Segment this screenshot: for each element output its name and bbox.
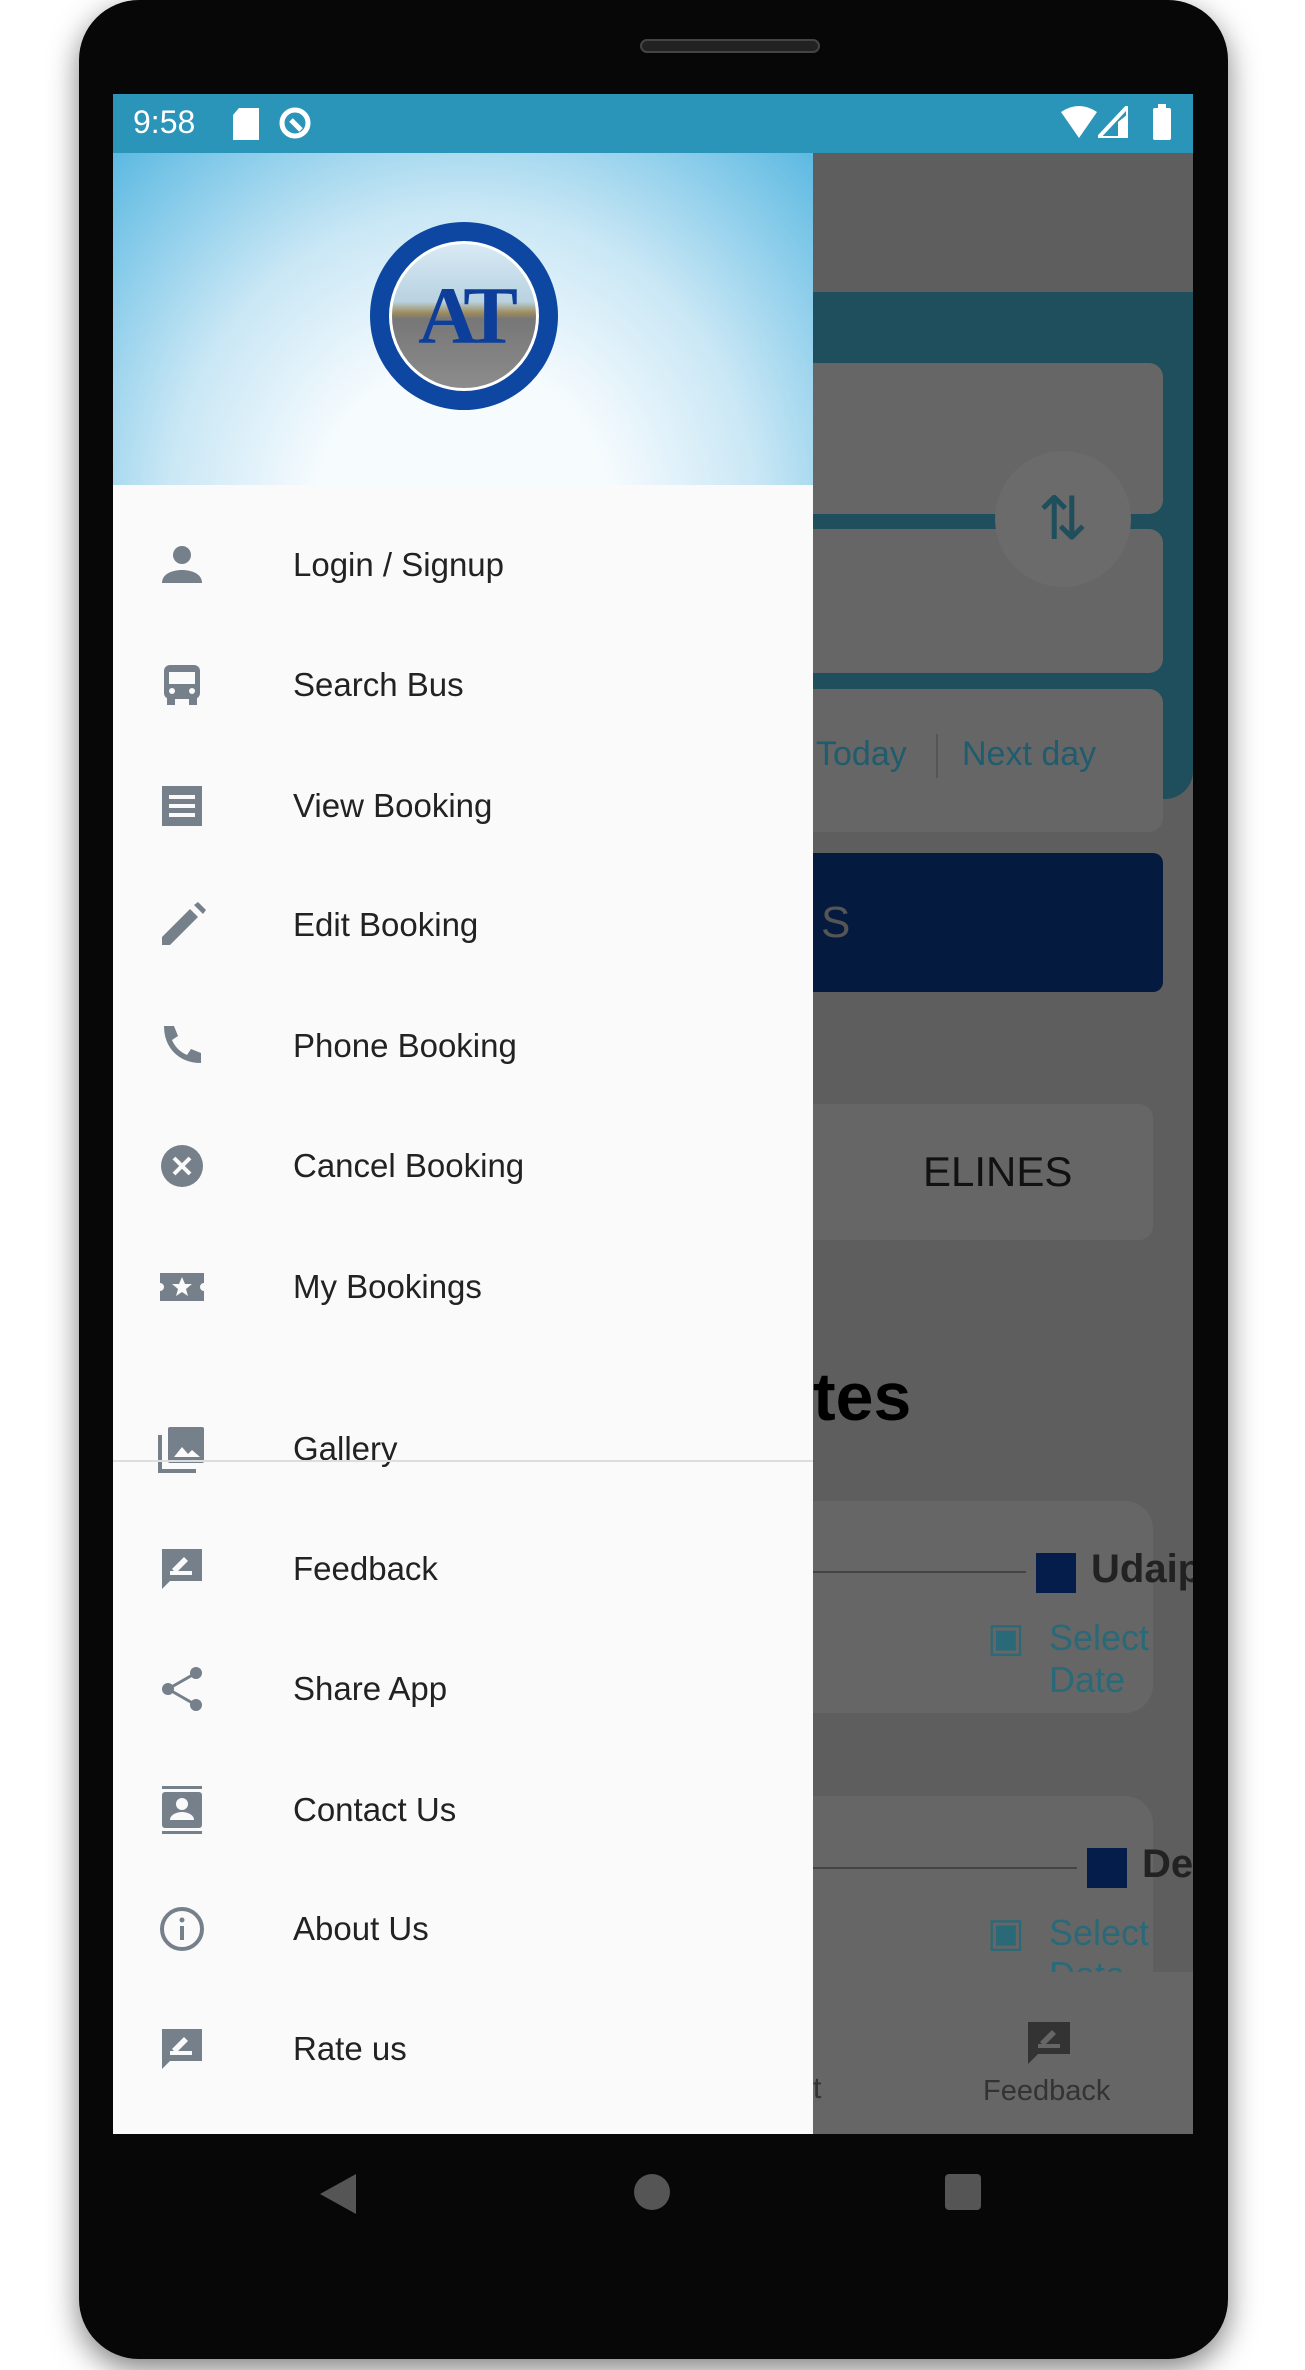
navigation-drawer: AT Login / Signup Search Bus View Booking E…	[113, 153, 813, 2134]
back-icon[interactable]	[320, 2174, 356, 2214]
drawer-item-cancel-booking[interactable]: Cancel Booking	[113, 1111, 813, 1221]
drawer-item-label: Share App	[293, 1670, 448, 1707]
search-button[interactable]: S	[763, 853, 1163, 992]
status-bar: 9:58	[113, 94, 1193, 153]
speaker	[640, 39, 820, 53]
date-field[interactable]: Today Next day	[763, 689, 1163, 832]
drawer-item-label: Edit Booking	[293, 906, 479, 943]
share-icon	[158, 1665, 206, 1713]
drawer-item-label: Phone Booking	[293, 1027, 517, 1064]
drawer-item-phone-booking[interactable]: Phone Booking	[113, 991, 813, 1101]
route-line	[813, 1867, 1077, 1869]
wifi-icon	[1061, 106, 1097, 138]
routes-heading: tes	[813, 1359, 912, 1435]
calendar-icon: ▣	[987, 1911, 1025, 1955]
select-date[interactable]: Select Date	[1049, 1617, 1153, 1701]
date-divider	[936, 734, 938, 778]
cancel-icon	[158, 1142, 206, 1190]
drawer-item-edit-booking[interactable]: Edit Booking	[113, 870, 813, 980]
drawer-item-login-signup[interactable]: Login / Signup	[113, 510, 813, 620]
drawer-item-share-app[interactable]: Share App	[113, 1634, 813, 1744]
drawer-item-label: Rate us	[293, 2030, 407, 2067]
drawer-item-label: Feedback	[293, 1550, 438, 1587]
calendar-icon: ▣	[987, 1616, 1025, 1660]
next-day-option[interactable]: Next day	[962, 735, 1096, 774]
destination-marker	[1087, 1848, 1127, 1888]
today-option[interactable]: Today	[816, 735, 907, 774]
drawer-item-label: Login / Signup	[293, 546, 505, 583]
feedback-icon	[1028, 2022, 1070, 2064]
destination-marker	[1036, 1553, 1076, 1593]
drawer-item-about-us[interactable]: About Us	[113, 1874, 813, 1984]
drawer-item-gallery[interactable]: Gallery	[113, 1394, 813, 1504]
status-time: 9:58	[133, 104, 196, 140]
info-icon	[158, 1905, 206, 1953]
contact-icon	[158, 1786, 206, 1834]
drawer-header: AT	[113, 153, 813, 485]
sync-icon	[279, 107, 311, 139]
swap-button[interactable]: ⇅	[995, 451, 1131, 587]
route-destination: Udaipur	[1091, 1547, 1193, 1591]
bottom-nav-feedback[interactable]: Feedback	[983, 2075, 1110, 2108]
drawer-item-label: About Us	[293, 1910, 429, 1947]
bottom-nav-item-partial[interactable]: t	[813, 2072, 821, 2106]
sd-card-icon	[233, 108, 259, 140]
drawer-item-label: My Bookings	[293, 1268, 482, 1305]
guidelines-button[interactable]: ELINES	[763, 1104, 1153, 1240]
pencil-icon	[158, 901, 206, 949]
home-icon[interactable]	[634, 2174, 670, 2210]
gallery-icon	[158, 1425, 206, 1473]
receipt-icon	[158, 782, 206, 830]
battery-icon	[1153, 104, 1171, 140]
drawer-item-label: Gallery	[293, 1430, 398, 1467]
guidelines-label: ELINES	[923, 1148, 1073, 1195]
signal-icon	[1098, 106, 1128, 138]
screen: 9:58 ⇅ Today Next day S ELINES tes Udaip…	[113, 94, 1193, 2134]
drawer-item-contact-us[interactable]: Contact Us	[113, 1755, 813, 1865]
rate-icon	[158, 2025, 206, 2073]
route-line	[813, 1571, 1026, 1573]
ashok-travels-logo: AT	[370, 222, 558, 410]
drawer-item-search-bus[interactable]: Search Bus	[113, 630, 813, 740]
route-destination: Delhi	[1142, 1842, 1193, 1886]
recents-icon[interactable]	[945, 2174, 981, 2210]
drawer-item-view-booking[interactable]: View Booking	[113, 751, 813, 861]
drawer-item-label: Cancel Booking	[293, 1147, 525, 1184]
ticket-star-icon	[158, 1263, 206, 1311]
drawer-item-rate-us[interactable]: Rate us	[113, 1994, 813, 2104]
drawer-item-label: Search Bus	[293, 666, 464, 703]
route-card[interactable]: Udaipur ▣ Select Date	[763, 1501, 1193, 1713]
bus-icon	[158, 661, 206, 709]
feedback-icon	[158, 1545, 206, 1593]
search-button-label: S	[821, 898, 851, 947]
drawer-item-label: Contact Us	[293, 1791, 457, 1828]
person-icon	[158, 541, 206, 589]
drawer-item-feedback[interactable]: Feedback	[113, 1514, 813, 1624]
drawer-divider	[113, 1460, 813, 1462]
drawer-item-label: View Booking	[293, 787, 493, 824]
phone-icon	[158, 1022, 206, 1070]
drawer-item-my-bookings[interactable]: My Bookings	[113, 1232, 813, 1342]
